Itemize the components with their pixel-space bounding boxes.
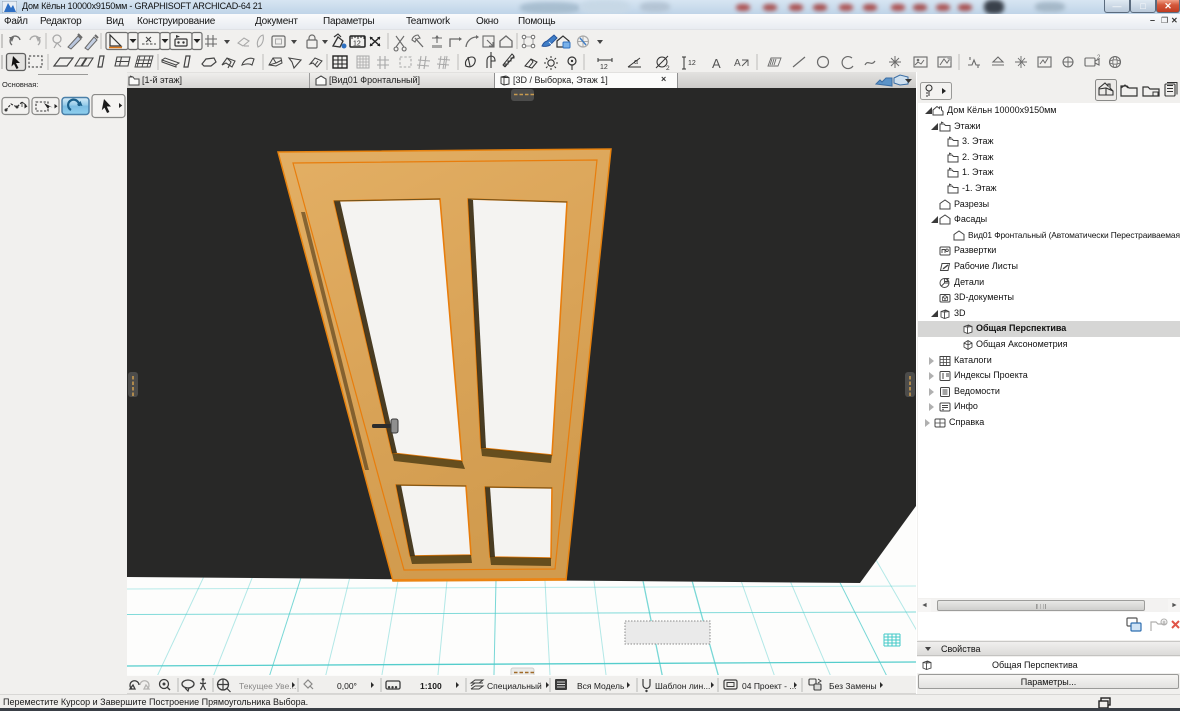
svg-text:12: 12 (600, 64, 608, 71)
svg-text:12: 12 (688, 60, 696, 67)
svg-text:2: 2 (1097, 55, 1101, 61)
svg-text:12: 12 (353, 41, 361, 48)
svg-text:α: α (634, 59, 638, 66)
svg-text:A: A (734, 58, 741, 69)
svg-text:A: A (712, 56, 721, 71)
svg-text:2: 2 (666, 65, 670, 72)
